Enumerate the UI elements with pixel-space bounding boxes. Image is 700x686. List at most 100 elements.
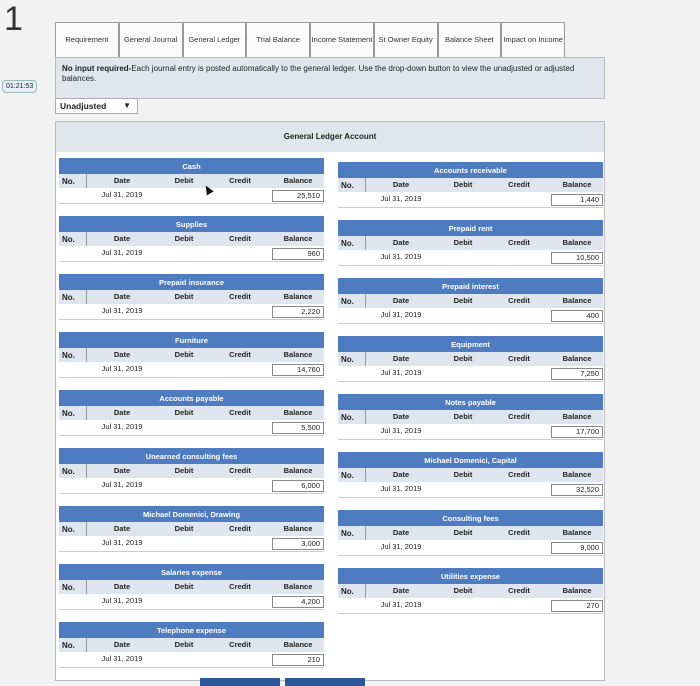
debit-header: Debit <box>174 350 194 359</box>
date-header: Date <box>113 234 131 243</box>
account-title: Accounts receivable <box>338 162 603 178</box>
credit-header: Credit <box>229 466 251 475</box>
date-header: Date <box>113 524 131 533</box>
debit-header: Debit <box>453 238 473 247</box>
balance-header: Balance <box>562 586 592 595</box>
account-row: Jul 31, 2019 270 <box>338 598 603 614</box>
account-row: Jul 31, 2019 400 <box>338 308 603 324</box>
credit-header: Credit <box>508 528 530 537</box>
credit-header: Credit <box>229 408 251 417</box>
date-header: Date <box>392 238 410 247</box>
account-balance: 9,000 <box>551 542 603 554</box>
debit-header: Debit <box>174 408 194 417</box>
debit-header: Debit <box>453 412 473 421</box>
balance-header: Balance <box>562 470 592 479</box>
account-title: Equipment <box>338 336 603 352</box>
balance-view-dropdown[interactable]: Unadjusted ▼ <box>55 98 138 114</box>
account-right-5: Michael Domenici, Capital Date Debit Credit… <box>338 452 603 498</box>
account-title: Prepaid insurance <box>59 274 324 290</box>
account-balance: 4,200 <box>272 596 324 608</box>
account-header: Date Debit Credit Balance <box>338 410 603 424</box>
account-balance: 14,760 <box>272 364 324 376</box>
account-date: Jul 31, 2019 <box>380 368 422 377</box>
account-right-4: Notes payable Date Debit Credit Balance No. Ju… <box>338 394 603 440</box>
account-row: Jul 31, 2019 17,700 <box>338 424 603 440</box>
account-header: Date Debit Credit Balance <box>338 294 603 308</box>
debit-header: Debit <box>453 296 473 305</box>
account-title: Telephone expense <box>59 622 324 638</box>
debit-header: Debit <box>453 586 473 595</box>
account-right-2: Prepaid interest Date Debit Credit Balance No… <box>338 278 603 324</box>
account-date: Jul 31, 2019 <box>101 422 143 431</box>
chevron-down-icon: ▼ <box>123 101 131 110</box>
balance-header: Balance <box>283 640 313 649</box>
tab-bar: Requirement General Journal General Ledg… <box>55 22 565 58</box>
account-header: Date Debit Credit Balance <box>59 290 324 304</box>
account-date: Jul 31, 2019 <box>380 542 422 551</box>
account-title: Michael Domenici, Capital <box>338 452 603 468</box>
date-header: Date <box>392 528 410 537</box>
account-balance: 960 <box>272 248 324 260</box>
credit-header: Credit <box>508 296 530 305</box>
balance-header: Balance <box>562 528 592 537</box>
account-date: Jul 31, 2019 <box>101 480 143 489</box>
instructions-text: Each journal entry is posted automatical… <box>62 64 575 83</box>
date-header: Date <box>113 408 131 417</box>
tab-st-owner-equity[interactable]: St Owner Equity <box>373 22 438 58</box>
ledger-title: General Ledger Account <box>56 122 604 152</box>
debit-header: Debit <box>453 180 473 189</box>
debit-header: Debit <box>174 292 194 301</box>
account-left-7: Salaries expense Date Debit Credit Balance No… <box>59 564 324 610</box>
account-right-1: Prepaid rent Date Debit Credit Balance No. Jul… <box>338 220 603 266</box>
balance-header: Balance <box>283 176 313 185</box>
credit-header: Credit <box>508 238 530 247</box>
credit-header: Credit <box>229 234 251 243</box>
credit-header: Credit <box>229 292 251 301</box>
account-title: Prepaid interest <box>338 278 603 294</box>
balance-header: Balance <box>562 180 592 189</box>
account-left-8: Telephone expense Date Debit Credit Balance N… <box>59 622 324 668</box>
account-left-6: Michael Domenici, Drawing Date Debit Credit… <box>59 506 324 552</box>
credit-header: Credit <box>508 180 530 189</box>
credit-header: Credit <box>229 582 251 591</box>
tab-impact-on-income[interactable]: Impact on Income <box>501 22 565 58</box>
account-row: Jul 31, 2019 5,500 <box>59 420 324 436</box>
tab-general-ledger[interactable]: General Ledger <box>182 22 247 58</box>
account-balance: 25,510 <box>272 190 324 202</box>
account-balance: 7,250 <box>551 368 603 380</box>
tab-income-statement[interactable]: Income Statement <box>310 22 374 58</box>
account-date: Jul 31, 2019 <box>101 654 143 663</box>
account-balance: 1,440 <box>551 194 603 206</box>
tab-requirement[interactable]: Requirement <box>55 22 119 58</box>
instructions-bold: No input required- <box>62 64 132 73</box>
account-right-7: Utilities expense Date Debit Credit Balance N… <box>338 568 603 614</box>
tab-trial-balance[interactable]: Trial Balance <box>246 22 310 58</box>
account-header: Date Debit Credit Balance <box>338 178 603 192</box>
account-title: Notes payable <box>338 394 603 410</box>
tab-general-journal[interactable]: General Journal <box>118 22 183 58</box>
account-title: Salaries expense <box>59 564 324 580</box>
balance-header: Balance <box>283 524 313 533</box>
prev-button[interactable] <box>200 678 280 686</box>
credit-header: Credit <box>508 470 530 479</box>
balance-header: Balance <box>562 296 592 305</box>
account-row: Jul 31, 2019 1,440 <box>338 192 603 208</box>
account-balance: 2,220 <box>272 306 324 318</box>
dropdown-value: Unadjusted <box>60 101 107 111</box>
credit-header: Credit <box>229 524 251 533</box>
account-header: Date Debit Credit Balance <box>59 638 324 652</box>
date-header: Date <box>392 586 410 595</box>
balance-header: Balance <box>283 408 313 417</box>
account-header: Date Debit Credit Balance <box>59 406 324 420</box>
account-date: Jul 31, 2019 <box>101 306 143 315</box>
balance-header: Balance <box>562 412 592 421</box>
account-left-5: Unearned consulting fees Date Debit Credit B… <box>59 448 324 494</box>
account-row: Jul 31, 2019 4,200 <box>59 594 324 610</box>
account-right-6: Consulting fees Date Debit Credit Balance No.… <box>338 510 603 556</box>
tab-balance-sheet[interactable]: Balance Sheet <box>437 22 502 58</box>
account-title: Accounts payable <box>59 390 324 406</box>
account-title: Consulting fees <box>338 510 603 526</box>
account-row: Jul 31, 2019 2,220 <box>59 304 324 320</box>
next-button[interactable] <box>285 678 365 686</box>
account-title: Supplies <box>59 216 324 232</box>
